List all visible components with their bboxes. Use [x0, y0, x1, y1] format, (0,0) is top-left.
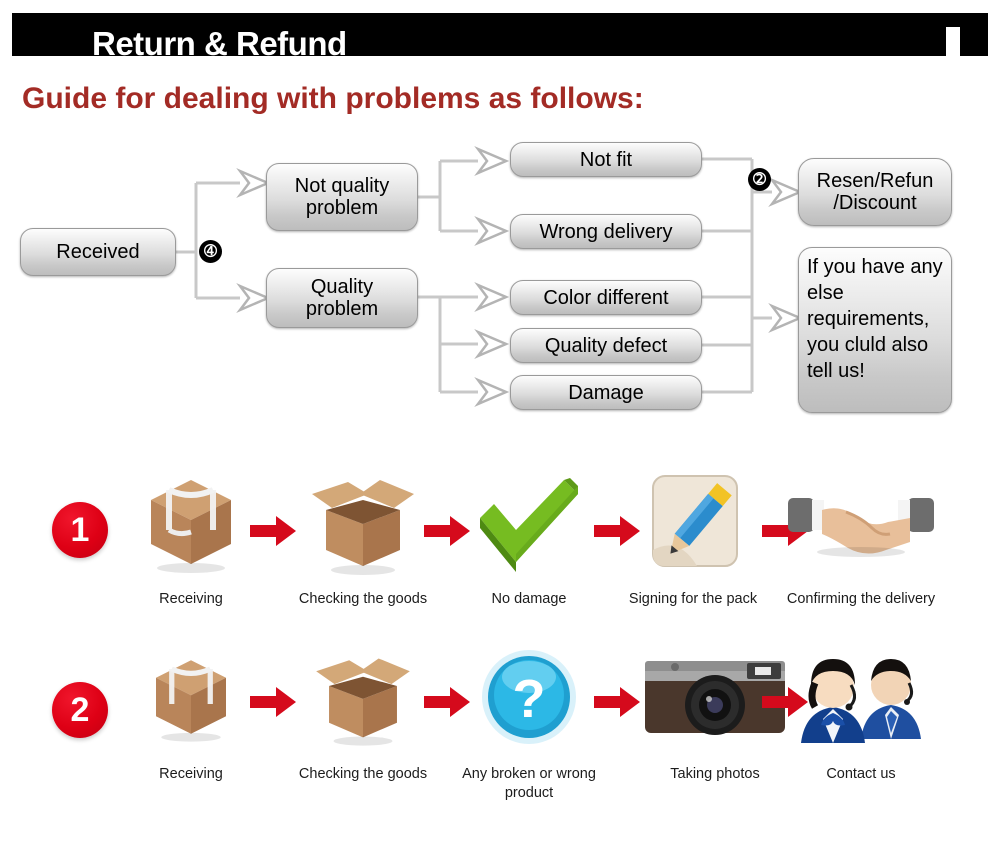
flow-node-label: Resen/Refun /Discount — [816, 170, 934, 214]
step-caption: Checking the goods — [298, 591, 428, 607]
flow-node-label: Damage — [568, 381, 644, 404]
step-caption: Confirming the delivery — [786, 591, 936, 607]
flow-node-color-different[interactable]: Color different — [510, 280, 702, 315]
step-caption: Contact us — [826, 766, 896, 782]
flow-node-resend-refund-discount[interactable]: Resen/Refun /Discount — [798, 158, 952, 226]
row-number-badge: 2 — [52, 682, 108, 738]
process-step[interactable]: Contact us — [776, 637, 946, 784]
flow-node-label: Received — [56, 241, 140, 263]
flow-node-label: Color different — [543, 286, 669, 309]
green-check-icon — [444, 462, 614, 582]
step-caption: Any broken or wrong product — [462, 766, 596, 801]
step-caption: Receiving — [159, 591, 223, 607]
flow-node-label: Not quality problem — [294, 175, 390, 219]
flow-node-label: Quality defect — [544, 334, 668, 357]
process-row-1: 1 Receiving Checking the goods No damage… — [0, 452, 1000, 652]
flow-node-label: Wrong delivery — [539, 220, 673, 243]
flow-node-extra-requirements[interactable]: If you have any else requirements, you c… — [798, 247, 952, 413]
step-caption: Taking photos — [670, 766, 760, 782]
process-row-2: 2 Receiving Checking the goods ? Any bro… — [0, 637, 1000, 837]
flow-node-label: If you have any else requirements, you c… — [807, 256, 943, 382]
open-box-icon — [278, 637, 448, 757]
handshake-icon — [776, 462, 946, 582]
process-step[interactable]: Checking the goods — [278, 462, 448, 609]
step-caption: Receiving — [159, 766, 223, 782]
process-section: 1 Receiving Checking the goods No damage… — [0, 432, 1000, 841]
blue-question-icon: ? — [444, 637, 614, 757]
flow-node-quality-problem[interactable]: Quality problem — [266, 268, 418, 328]
support-agents-icon — [776, 637, 946, 757]
row-number-badge: 1 — [52, 502, 108, 558]
flowchart: Received ➃ Not quality problem Quality p… — [0, 0, 1000, 430]
pencil-signing-icon — [608, 462, 778, 582]
step-caption: Signing for the pack — [628, 591, 758, 607]
svg-text:?: ? — [513, 669, 546, 729]
flow-node-damage[interactable]: Damage — [510, 375, 702, 410]
flow-node-not-quality-problem[interactable]: Not quality problem — [266, 163, 418, 231]
step-caption: No damage — [491, 591, 567, 607]
process-step[interactable]: Signing for the pack — [608, 462, 778, 609]
flow-node-received[interactable]: Received — [20, 228, 176, 276]
flow-node-label: Quality problem — [305, 276, 379, 320]
process-step[interactable]: ? Any broken or wrong product — [444, 637, 614, 803]
step-caption: Checking the goods — [298, 766, 428, 782]
branch-badge-3: ➃ — [199, 240, 222, 263]
flow-node-not-fit[interactable]: Not fit — [510, 142, 702, 177]
process-step[interactable]: Confirming the delivery — [776, 462, 946, 609]
page-root: Return & Refund Guide for dealing with p… — [0, 0, 1000, 841]
process-step[interactable]: No damage — [444, 462, 614, 609]
flow-node-quality-defect[interactable]: Quality defect — [510, 328, 702, 363]
flow-node-wrong-delivery[interactable]: Wrong delivery — [510, 214, 702, 249]
flow-node-label: Not fit — [579, 148, 633, 171]
open-box-icon — [278, 462, 448, 582]
process-step[interactable]: Checking the goods — [278, 637, 448, 784]
merge-badge-2: ➁ — [748, 168, 771, 191]
